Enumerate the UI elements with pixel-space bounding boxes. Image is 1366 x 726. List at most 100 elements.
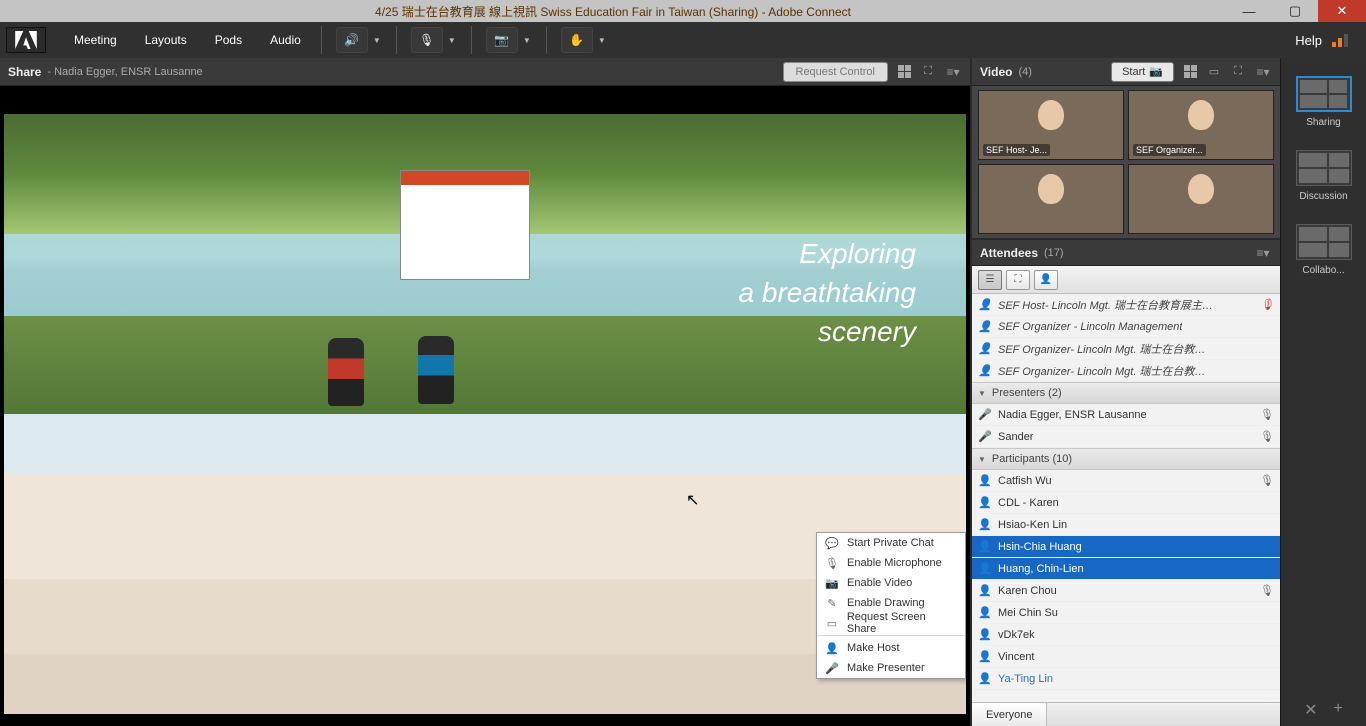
attendee-row[interactable]: 👤CDL - Karen bbox=[972, 492, 1280, 514]
attendee-row[interactable]: 👤SEF Host- Lincoln Mgt. 瑞士在台教育展主辦...🎙 bbox=[972, 294, 1280, 316]
menu-pods[interactable]: Pods bbox=[201, 22, 256, 58]
sync-view-icon[interactable] bbox=[896, 64, 912, 80]
attendee-row[interactable]: 👤Hsiao-Ken Lin bbox=[972, 514, 1280, 536]
chat-tabs: Everyone bbox=[972, 702, 1280, 726]
raise-hand-control[interactable]: ✋▼ bbox=[559, 27, 609, 53]
participant-icon: 👤 bbox=[978, 540, 992, 554]
layout-settings-icon[interactable]: ✕ bbox=[1304, 700, 1317, 720]
ctx-label: Make Presenter bbox=[847, 662, 925, 674]
attendee-row[interactable]: 👤SEF Organizer- Lincoln Mgt. 瑞士在台教育展主... bbox=[972, 338, 1280, 360]
attendees-title: Attendees bbox=[980, 246, 1038, 260]
separator bbox=[396, 26, 397, 54]
grid-view-icon[interactable] bbox=[1182, 64, 1198, 80]
attendee-name: SEF Organizer - Lincoln Management bbox=[998, 321, 1182, 333]
video-tile[interactable]: SEF Organizer... bbox=[1128, 90, 1274, 160]
ctx-enable-microphone[interactable]: 🎙Enable Microphone bbox=[817, 553, 965, 573]
mic-icon: 🎙 bbox=[1260, 474, 1274, 487]
pod-options-icon[interactable]: ≡▾ bbox=[1254, 246, 1272, 260]
window-title: 4/25 瑞士在台教育展 線上視訊 Swiss Education Fair i… bbox=[0, 3, 1226, 20]
layout-discussion[interactable]: Discussion bbox=[1281, 150, 1366, 202]
chevron-down-icon[interactable]: ▼ bbox=[595, 36, 609, 45]
pod-options-icon[interactable]: ≡▾ bbox=[944, 65, 962, 79]
image-person bbox=[328, 338, 364, 406]
request-control-button[interactable]: Request Control bbox=[783, 62, 889, 82]
attendee-row[interactable]: 👤 SEF Organizer- Lincoln Mgt. 瑞士在台教育展主... bbox=[972, 360, 1280, 382]
video-pod-title: Video bbox=[980, 65, 1012, 79]
ctx-request-screen-share[interactable]: ▭Request Screen Share bbox=[817, 613, 965, 633]
video-grid: SEF Host- Je... SEF Organizer... bbox=[972, 86, 1280, 238]
speaker-control[interactable]: 🔊▼ bbox=[334, 27, 384, 53]
participants-group-header[interactable]: ▼Participants (10) bbox=[972, 448, 1280, 470]
presenters-group-header[interactable]: ▼Presenters (2) bbox=[972, 382, 1280, 404]
attendee-row[interactable]: 👤vDk7ek bbox=[972, 624, 1280, 646]
video-tile[interactable] bbox=[1128, 164, 1274, 234]
help-menu[interactable]: Help bbox=[1285, 33, 1360, 48]
pod-options-icon[interactable]: ≡▾ bbox=[1254, 65, 1272, 79]
presenter-icon: 🎤 bbox=[825, 662, 839, 675]
attendee-row[interactable]: 👤Ya-Ting Lin bbox=[972, 668, 1280, 690]
chevron-down-icon[interactable]: ▼ bbox=[445, 36, 459, 45]
filmstrip-view-icon[interactable]: ▭ bbox=[1206, 64, 1222, 80]
add-layout-icon[interactable]: + bbox=[1334, 700, 1343, 720]
attendee-name: Vincent bbox=[998, 651, 1035, 663]
attendee-name: Hsiao-Ken Lin bbox=[998, 519, 1067, 531]
tab-everyone[interactable]: Everyone bbox=[972, 703, 1047, 726]
microphone-icon[interactable]: 🎙 bbox=[411, 27, 443, 53]
ctx-enable-video[interactable]: 📷Enable Video bbox=[817, 573, 965, 593]
attendee-name: SEF Organizer- Lincoln Mgt. 瑞士在台教育展主... bbox=[998, 363, 1216, 379]
ctx-make-host[interactable]: 👤Make Host bbox=[817, 638, 965, 658]
layout-sharing[interactable]: Sharing bbox=[1281, 76, 1366, 128]
chevron-down-icon[interactable]: ▼ bbox=[370, 36, 384, 45]
adobe-logo[interactable] bbox=[6, 27, 46, 53]
share-pod-subtitle: - Nadia Egger, ENSR Lausanne bbox=[47, 66, 202, 78]
host-icon: 👤 bbox=[978, 364, 992, 378]
attendee-context-menu: 💬Start Private Chat 🎙Enable Microphone 📷… bbox=[816, 532, 966, 679]
chevron-down-icon[interactable]: ▼ bbox=[520, 36, 534, 45]
ctx-label: Enable Microphone bbox=[847, 557, 942, 569]
maximize-button[interactable]: ▢ bbox=[1272, 0, 1318, 22]
presenter-icon: 🎤 bbox=[978, 408, 992, 422]
attendee-row[interactable]: 👤Karen Chou🎙 bbox=[972, 580, 1280, 602]
attendee-row[interactable]: 🎤Sander🎙 bbox=[972, 426, 1280, 448]
ctx-start-private-chat[interactable]: 💬Start Private Chat bbox=[817, 533, 965, 553]
attendee-row[interactable]: 👤Vincent bbox=[972, 646, 1280, 668]
webcam-control[interactable]: 📷▼ bbox=[484, 27, 534, 53]
breakout-view-icon[interactable]: ⛶ bbox=[1006, 270, 1030, 290]
host-icon: 👤 bbox=[825, 642, 839, 655]
attendee-name: SEF Host- Lincoln Mgt. 瑞士在台教育展主辦... bbox=[998, 297, 1216, 313]
collapse-icon: ▼ bbox=[978, 455, 986, 464]
raise-hand-icon[interactable]: ✋ bbox=[561, 27, 593, 53]
attendee-row-selected[interactable]: 👤Hsin-Chia Huang bbox=[972, 536, 1280, 558]
speaker-icon[interactable]: 🔊 bbox=[336, 27, 368, 53]
fullscreen-icon[interactable]: ⛶ bbox=[1230, 64, 1246, 80]
layout-collaboration[interactable]: Collabo... bbox=[1281, 224, 1366, 276]
menu-audio[interactable]: Audio bbox=[256, 22, 315, 58]
separator bbox=[321, 26, 322, 54]
menu-meeting[interactable]: Meeting bbox=[60, 22, 131, 58]
menu-layouts[interactable]: Layouts bbox=[131, 22, 201, 58]
video-tile[interactable]: SEF Host- Je... bbox=[978, 90, 1124, 160]
attendee-name: Catfish Wu bbox=[998, 475, 1052, 487]
ctx-enable-drawing[interactable]: ✎Enable Drawing bbox=[817, 593, 965, 613]
webcam-icon[interactable]: 📷 bbox=[486, 27, 518, 53]
start-webcam-button[interactable]: Start 📷 bbox=[1111, 62, 1174, 82]
video-tile[interactable] bbox=[978, 164, 1124, 234]
attendee-row[interactable]: 🎤Nadia Egger, ENSR Lausanne🎙 bbox=[972, 404, 1280, 426]
participant-icon: 👤 bbox=[978, 474, 992, 488]
attendee-row[interactable]: 👤SEF Organizer - Lincoln Management bbox=[972, 316, 1280, 338]
webcam-icon: 📷 bbox=[1149, 65, 1163, 78]
attendee-view-icon[interactable]: ☰ bbox=[978, 270, 1002, 290]
video-label: SEF Host- Je... bbox=[983, 144, 1050, 156]
microphone-control[interactable]: 🎙▼ bbox=[409, 27, 459, 53]
ctx-label: Request Screen Share bbox=[847, 611, 957, 635]
close-button[interactable]: ✕ bbox=[1318, 0, 1366, 22]
fullscreen-icon[interactable]: ⛶ bbox=[920, 64, 936, 80]
status-view-icon[interactable]: 👤 bbox=[1034, 270, 1058, 290]
ctx-make-presenter[interactable]: 🎤 Make Presenter bbox=[817, 658, 965, 678]
participant-icon: 👤 bbox=[978, 584, 992, 598]
attendee-row[interactable]: 👤Mei Chin Su bbox=[972, 602, 1280, 624]
minimize-button[interactable]: — bbox=[1226, 0, 1272, 22]
cursor-icon: ↖ bbox=[686, 490, 699, 510]
attendee-row[interactable]: 👤 Catfish Wu 🎙 bbox=[972, 470, 1280, 492]
attendee-row-selected[interactable]: 👤Huang, Chin-Lien bbox=[972, 558, 1280, 580]
